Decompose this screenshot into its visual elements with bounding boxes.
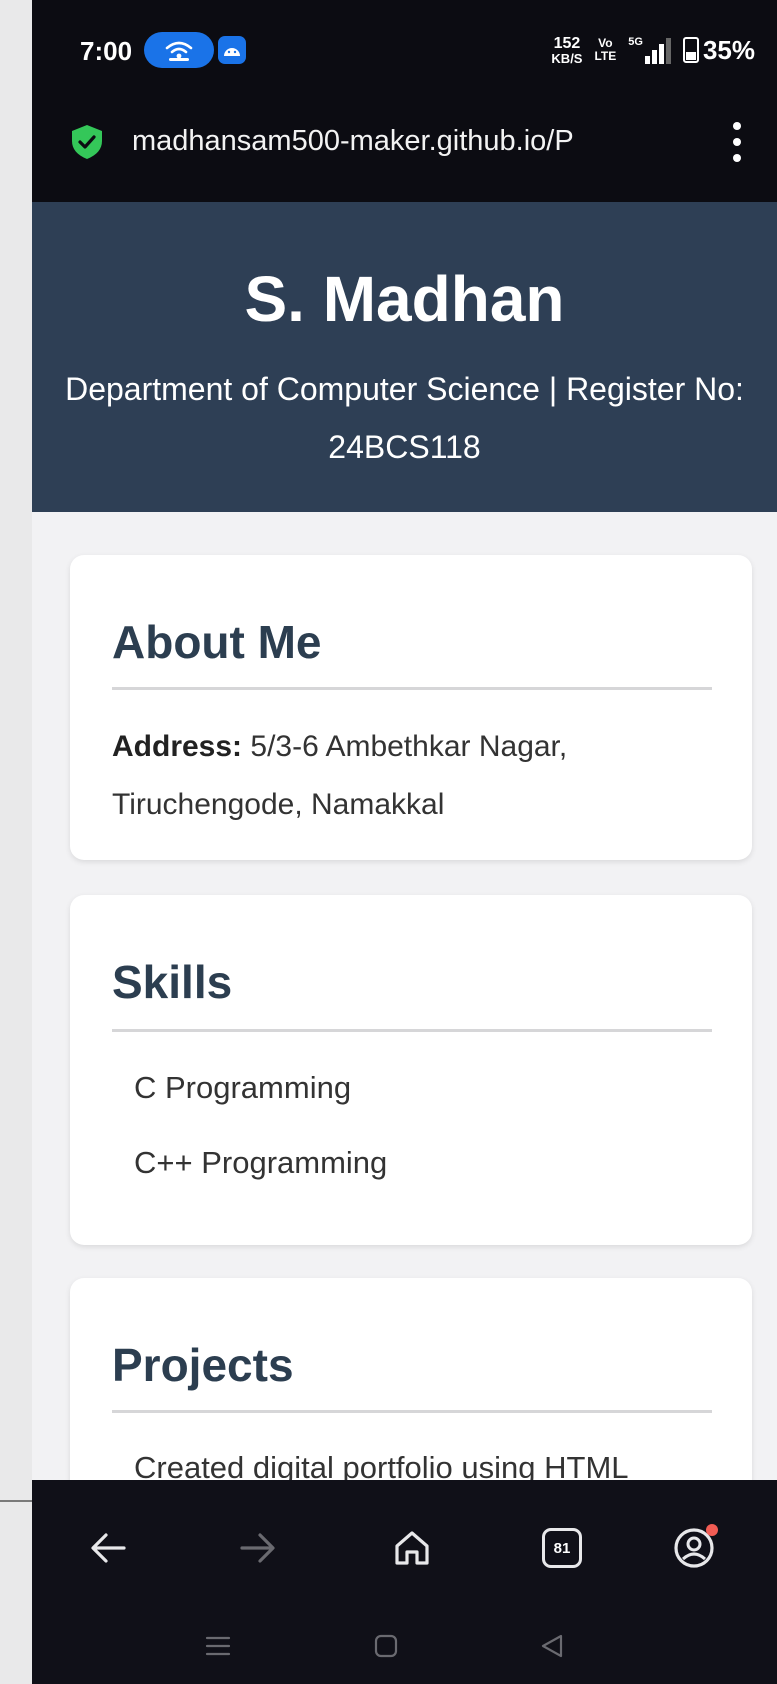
url-text[interactable]: madhansam500-maker.github.io/P: [132, 125, 692, 158]
browser-chrome: 7:00 152 KB/S Vo LTE 5G 35% madhansam500…: [32, 0, 777, 202]
about-divider: [112, 687, 712, 690]
projects-title: Projects: [112, 1339, 294, 1391]
address-text: Address: 5/3-6 Ambethkar Nagar, Tiruchen…: [112, 718, 712, 834]
tabs-count: 81: [542, 1528, 582, 1568]
recents-button[interactable]: [198, 1628, 238, 1664]
system-back-button[interactable]: [532, 1628, 572, 1664]
notification-dot: [706, 1524, 718, 1536]
about-card: About Me Address: 5/3-6 Ambethkar Nagar,…: [70, 555, 752, 860]
list-item: C Programming: [134, 1070, 352, 1105]
volte-indicator: Vo LTE: [594, 37, 616, 63]
signal-icon: 5G: [628, 36, 671, 64]
android-icon: [218, 36, 246, 64]
forward-button[interactable]: [228, 1518, 288, 1578]
more-options-icon[interactable]: [729, 122, 745, 162]
home-icon: [395, 1531, 429, 1565]
net-speed: 152 KB/S: [551, 34, 583, 66]
phone-screen: 7:00 152 KB/S Vo LTE 5G 35% madhansam500…: [32, 0, 777, 1684]
outer-divider: [0, 1500, 32, 1502]
back-arrow-icon: [91, 1533, 126, 1563]
status-icons: 152 KB/S Vo LTE 5G 35%: [551, 32, 755, 68]
secure-shield-icon: [72, 125, 102, 159]
home-button[interactable]: [382, 1518, 442, 1578]
network-type: 5G: [628, 36, 643, 48]
volte-bottom: LTE: [594, 49, 617, 63]
net-speed-value: 152: [553, 34, 581, 52]
system-home-button[interactable]: [366, 1628, 406, 1664]
battery-percent: 35%: [702, 34, 755, 65]
status-time: 7:00: [80, 36, 133, 66]
square-home-icon: [374, 1634, 398, 1658]
account-button[interactable]: [664, 1518, 724, 1578]
back-button[interactable]: [78, 1518, 138, 1578]
net-speed-unit: KB/S: [551, 50, 583, 66]
battery-status: 35%: [682, 34, 755, 66]
battery-icon: [682, 37, 699, 63]
tabs-button[interactable]: 81: [532, 1518, 592, 1578]
hotspot-icon: [144, 32, 214, 68]
page-title: S. Madhan: [244, 263, 565, 335]
triangle-back-icon: [541, 1634, 563, 1658]
list-item: C++ Programming: [134, 1145, 388, 1180]
about-title: About Me: [112, 616, 322, 668]
page-subtitle: Department of Computer Science | Registe…: [65, 371, 744, 465]
skills-card: Skills C Programming C++ Programming: [70, 895, 752, 1245]
skills-divider: [112, 1029, 712, 1032]
forward-arrow-icon: [240, 1533, 275, 1563]
page-header: S. Madhan Department of Computer Science…: [32, 202, 777, 512]
recents-icon: [205, 1636, 231, 1656]
address-label: Address:: [112, 730, 243, 763]
address-bar[interactable]: madhansam500-maker.github.io/P: [32, 112, 777, 172]
skills-title: Skills: [112, 956, 233, 1008]
projects-divider: [112, 1410, 712, 1413]
browser-bottom-bar: 81: [32, 1480, 777, 1684]
